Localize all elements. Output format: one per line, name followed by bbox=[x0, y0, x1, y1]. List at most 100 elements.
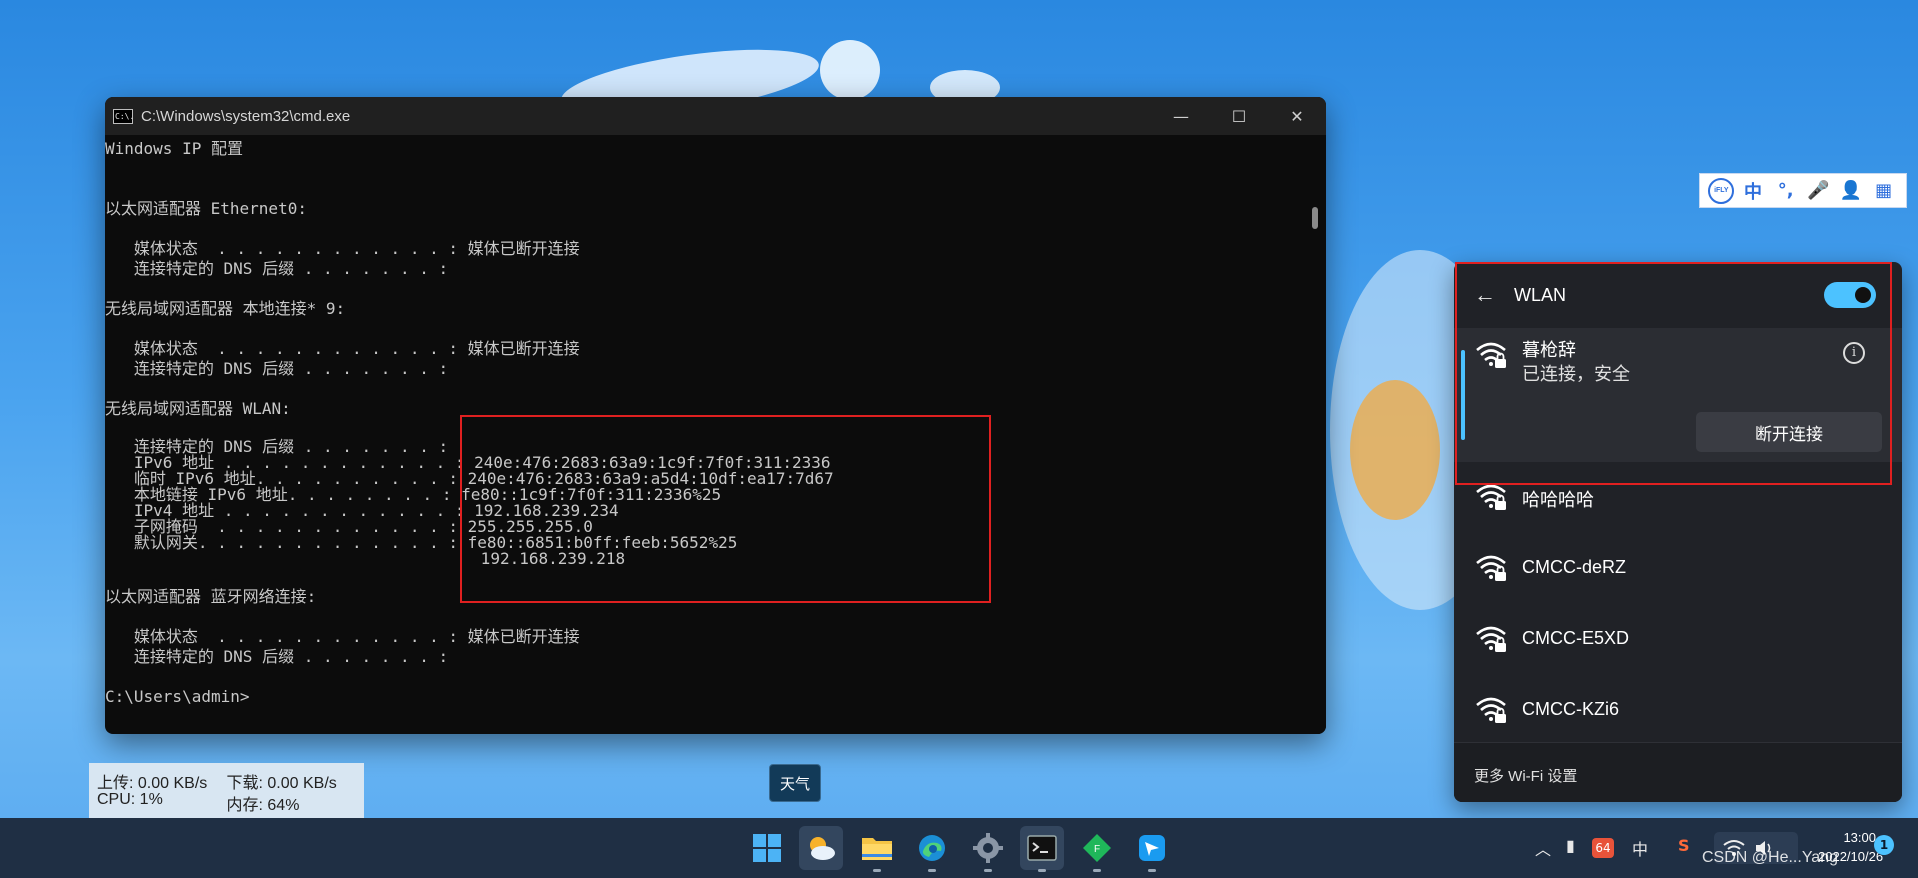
tray-overflow-chevron-icon[interactable]: ︿ bbox=[1535, 836, 1551, 860]
tray-sogou-icon[interactable]: S bbox=[1678, 836, 1690, 855]
taskbar-settings[interactable] bbox=[966, 826, 1010, 872]
cpu-usage: CPU: 1% bbox=[97, 791, 163, 808]
console-line: 无线局域网适配器 WLAN: bbox=[105, 399, 291, 418]
ime-chinese-mode[interactable]: 中 bbox=[1739, 178, 1767, 204]
ime-punctuation-icon[interactable]: °, bbox=[1772, 180, 1800, 201]
connected-network[interactable]: 暮枪辞 已连接，安全 i 断开连接 bbox=[1454, 328, 1902, 462]
net-speed-widget[interactable]: 上传: 0.00 KB/s 下载: 0.00 KB/s CPU: 1% 内存: … bbox=[89, 763, 364, 818]
download-speed: 下载: 0.00 KB/s bbox=[226, 775, 337, 792]
console-line: 以太网适配器 Ethernet0: bbox=[105, 199, 307, 218]
clock-time: 13:00 bbox=[1843, 830, 1876, 845]
ime-toolbar[interactable]: iFLY 中 °, 🎤 👤 ▦ bbox=[1699, 173, 1907, 208]
network-name: 哈哈哈哈 bbox=[1522, 490, 1594, 510]
wlan-title: WLAN bbox=[1514, 284, 1567, 305]
connected-network-name: 暮枪辞 bbox=[1522, 340, 1576, 360]
console-line: 媒体状态 . . . . . . . . . . . . : 媒体已断开连接 bbox=[105, 239, 580, 258]
console-line: C:\Users\admin> bbox=[105, 687, 250, 706]
taskbar: F ︿ ▮ 64 中 S 13:00 2022/10/26 1 bbox=[0, 818, 1918, 878]
upload-speed: 上传: 0.00 KB/s bbox=[97, 775, 208, 792]
network-name: CMCC-KZi6 bbox=[1522, 699, 1619, 719]
wifi-secured-icon bbox=[1476, 484, 1506, 510]
ifly-logo-icon[interactable]: iFLY bbox=[1708, 177, 1735, 204]
network-name: CMCC-deRZ bbox=[1522, 557, 1627, 577]
memory-usage: 内存: 64% bbox=[226, 797, 300, 814]
ime-microphone-icon[interactable]: 🎤 bbox=[1804, 180, 1832, 201]
minimize-button[interactable]: — bbox=[1152, 97, 1210, 135]
tray-flag-icon[interactable]: ▮ bbox=[1566, 836, 1575, 855]
start-button[interactable] bbox=[745, 826, 789, 870]
console-line: 192.168.239.218 bbox=[105, 549, 626, 568]
folder-icon bbox=[862, 838, 892, 860]
taskbar-edge[interactable] bbox=[910, 826, 954, 872]
ime-user-icon[interactable]: 👤 bbox=[1837, 180, 1865, 201]
connected-network-status: 已连接，安全 bbox=[1522, 364, 1630, 384]
close-button[interactable]: ✕ bbox=[1268, 97, 1326, 135]
wifi-secured-icon bbox=[1476, 342, 1506, 368]
more-wifi-settings-link[interactable]: 更多 Wi-Fi 设置 bbox=[1454, 742, 1902, 802]
gear-icon bbox=[973, 833, 1003, 863]
cmd-window[interactable]: C:\. C:\Windows\system32\cmd.exe — ☐ ✕ W… bbox=[105, 97, 1326, 734]
taskbar-file-explorer[interactable] bbox=[855, 826, 899, 872]
csdn-watermark: CSDN @He...Yang bbox=[1702, 849, 1838, 866]
taskbar-feishu[interactable] bbox=[1130, 826, 1174, 872]
console-line: 连接特定的 DNS 后缀 . . . . . . . : bbox=[105, 259, 449, 278]
taskbar-terminal[interactable] bbox=[1020, 826, 1064, 872]
selection-accent bbox=[1461, 350, 1465, 440]
running-indicator bbox=[928, 869, 936, 872]
tray-input-language[interactable]: 中 bbox=[1632, 836, 1648, 860]
tray-security-badge[interactable]: 64 bbox=[1592, 838, 1614, 858]
scrollbar-thumb[interactable] bbox=[1312, 207, 1318, 229]
taskbar-weather-app[interactable] bbox=[799, 826, 843, 870]
console-scrollbar[interactable] bbox=[1304, 135, 1326, 734]
terminal-icon bbox=[1027, 835, 1057, 861]
console-line: Windows IP 配置 bbox=[105, 139, 243, 158]
wifi-secured-icon bbox=[1476, 626, 1506, 652]
running-indicator bbox=[873, 869, 881, 872]
svg-text:F: F bbox=[1094, 844, 1100, 855]
wlan-toggle[interactable] bbox=[1824, 282, 1876, 308]
running-indicator bbox=[1038, 869, 1046, 872]
notification-count-badge[interactable]: 1 bbox=[1874, 835, 1894, 855]
windows-logo-icon bbox=[753, 834, 781, 862]
network-list-item[interactable]: CMCC-KZi6 bbox=[1454, 675, 1902, 745]
console-line: 以太网适配器 蓝牙网络连接: bbox=[105, 587, 317, 606]
green-diamond-app-icon: F bbox=[1083, 834, 1111, 862]
taskbar-green-app[interactable]: F bbox=[1075, 826, 1119, 872]
info-icon[interactable]: i bbox=[1843, 342, 1865, 364]
weather-cloud-icon bbox=[810, 837, 835, 860]
toggle-knob bbox=[1855, 287, 1871, 303]
cmd-app-icon: C:\. bbox=[113, 108, 134, 124]
console-line: 连接特定的 DNS 后缀 . . . . . . . : bbox=[105, 359, 449, 378]
ime-toolbox-icon[interactable]: ▦ bbox=[1870, 180, 1898, 201]
wifi-secured-icon bbox=[1476, 697, 1506, 723]
network-list-item[interactable]: CMCC-E5XD bbox=[1454, 604, 1902, 674]
console-output[interactable]: Windows IP 配置以太网适配器 Ethernet0: 媒体状态 . . … bbox=[105, 135, 1304, 734]
edge-browser-icon bbox=[919, 835, 945, 861]
disconnect-button[interactable]: 断开连接 bbox=[1696, 412, 1882, 452]
network-list-item[interactable]: CMCC-deRZ bbox=[1454, 533, 1902, 603]
cmd-titlebar[interactable]: C:\. C:\Windows\system32\cmd.exe — ☐ ✕ bbox=[105, 97, 1326, 135]
network-name: CMCC-E5XD bbox=[1522, 628, 1630, 648]
wallpaper-flower-center bbox=[1350, 380, 1440, 520]
running-indicator bbox=[1093, 869, 1101, 872]
wlan-header: ← WLAN bbox=[1454, 262, 1902, 328]
back-arrow-icon[interactable]: ← bbox=[1474, 282, 1514, 308]
network-list-item[interactable]: 哈哈哈哈 bbox=[1454, 462, 1902, 532]
console-line: 连接特定的 DNS 后缀 . . . . . . . : bbox=[105, 647, 449, 666]
console-line: 无线局域网适配器 本地连接* 9: bbox=[105, 299, 346, 318]
running-indicator bbox=[1148, 869, 1156, 872]
console-line: 媒体状态 . . . . . . . . . . . . : 媒体已断开连接 bbox=[105, 339, 580, 358]
cmd-window-title: C:\Windows\system32\cmd.exe bbox=[141, 107, 351, 125]
wifi-secured-icon bbox=[1476, 555, 1506, 581]
console-line: 媒体状态 . . . . . . . . . . . . : 媒体已断开连接 bbox=[105, 627, 580, 646]
messaging-app-icon bbox=[1139, 835, 1165, 861]
maximize-button[interactable]: ☐ bbox=[1210, 97, 1268, 135]
